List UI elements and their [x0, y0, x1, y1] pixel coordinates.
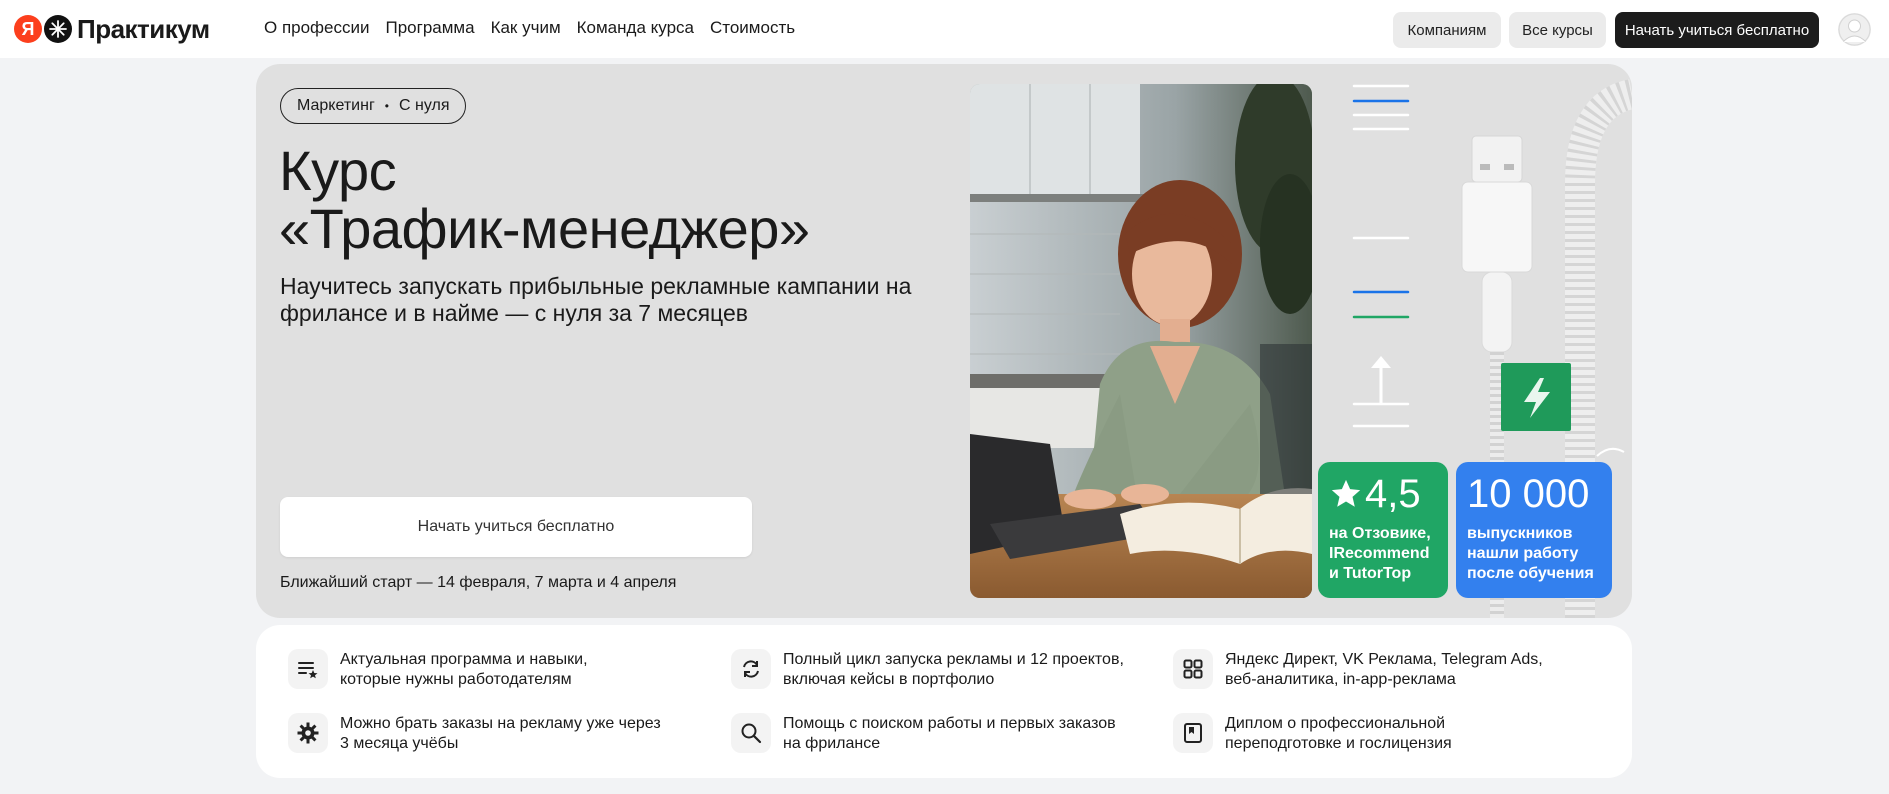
features-section: Актуальная программа и навыки, которые н… — [256, 625, 1632, 778]
nav-price[interactable]: Стоимость — [710, 18, 795, 38]
rating-value: 4,5 — [1365, 472, 1421, 516]
nav-program[interactable]: Программа — [386, 18, 475, 38]
nav-course-team[interactable]: Команда курса — [577, 18, 694, 38]
top-header: Я Практикум О профессии Программа Как уч… — [0, 0, 1889, 58]
tag-separator: • — [384, 99, 389, 113]
feature-item: Помощь с поиском работы и первых заказов… — [731, 713, 1143, 754]
course-title: Курс «Трафик-менеджер» — [279, 142, 810, 258]
feature-item: Полный цикл запуска рекламы и 12 проекто… — [731, 649, 1143, 690]
graduates-card: 10 000 выпускников нашли работу после об… — [1456, 462, 1612, 598]
course-tag: Маркетинг • С нуля — [280, 88, 467, 124]
feature-text-line: Полный цикл запуска рекламы и 12 проекто… — [783, 651, 1124, 668]
logo-text: Практикум — [77, 13, 210, 44]
graduates-caption-line2: нашли работу — [1467, 545, 1579, 562]
feature-text-line: на фрилансе — [783, 735, 881, 752]
course-title-line1: Курс — [279, 139, 397, 202]
gear-icon — [288, 713, 328, 753]
diploma-icon — [1173, 713, 1213, 753]
feature-item: Яндекс Директ, VK Реклама, Telegram Ads,… — [1173, 649, 1565, 690]
tag-area: Маркетинг — [297, 97, 375, 114]
rating-caption: на Отзовике, IRecommend и TutorTop — [1329, 524, 1431, 584]
refresh-icon — [731, 649, 771, 689]
feature-text: Яндекс Директ, VK Реклама, Telegram Ads,… — [1225, 650, 1565, 690]
graduates-caption-line3: после обучения — [1467, 565, 1594, 582]
course-title-line2: «Трафик-менеджер» — [279, 197, 810, 260]
feature-text: Полный цикл запуска рекламы и 12 проекто… — [783, 650, 1143, 690]
feature-text: Помощь с поиском работы и первых заказов… — [783, 714, 1143, 754]
rating-value-row: 4,5 — [1329, 470, 1421, 518]
star-icon — [1331, 479, 1361, 507]
feature-text-line: Помощь с поиском работы и первых заказов — [783, 715, 1116, 732]
graduates-value: 10 000 — [1467, 472, 1590, 516]
main-nav: О профессии Программа Как учим Команда к… — [264, 18, 795, 38]
start-free-header-button[interactable]: Начать учиться бесплатно — [1615, 12, 1819, 48]
feature-text-line: Можно брать заказы на рекламу уже через — [340, 715, 661, 732]
hero-section: Маркетинг • С нуля Курс «Трафик-менеджер… — [256, 64, 1632, 618]
snowflake-logo-icon — [44, 15, 72, 43]
start-free-button[interactable]: Начать учиться бесплатно — [280, 497, 752, 557]
feature-text-line: веб-аналитика, in-app-реклама — [1225, 671, 1456, 688]
feature-item: Диплом о профессиональной переподготовке… — [1173, 713, 1565, 754]
list-star-icon — [288, 649, 328, 689]
praktikum-logo[interactable]: Я Практикум — [14, 14, 210, 44]
user-avatar-icon[interactable] — [1838, 13, 1871, 46]
graduates-caption-line1: выпускников — [1467, 525, 1573, 542]
next-start-dates: Ближайший старт — 14 февраля, 7 марта и … — [280, 574, 677, 591]
feature-text-line: 3 месяца учёбы — [340, 735, 459, 752]
companies-button[interactable]: Компаниям — [1393, 12, 1501, 48]
graduates-caption: выпускников нашли работу после обучения — [1467, 524, 1594, 584]
tag-level: С нуля — [399, 97, 450, 114]
course-subtitle: Научитесь запускать прибыльные рекламные… — [280, 273, 912, 326]
feature-text: Диплом о профессиональной переподготовке… — [1225, 714, 1565, 754]
feature-item: Можно брать заказы на рекламу уже через … — [288, 713, 680, 754]
feature-text: Можно брать заказы на рекламу уже через … — [340, 714, 680, 754]
all-courses-button[interactable]: Все курсы — [1509, 12, 1606, 48]
nav-about-profession[interactable]: О профессии — [264, 18, 370, 38]
yandex-logo-icon: Я — [14, 15, 42, 43]
student-photo — [970, 84, 1312, 598]
feature-text-line: Диплом о профессиональной — [1225, 715, 1446, 732]
feature-text-line: которые нужны работодателям — [340, 671, 572, 688]
grid-icon — [1173, 649, 1213, 689]
rating-caption-line1: на Отзовике, — [1329, 525, 1431, 542]
feature-text-line: Актуальная программа и навыки, — [340, 651, 588, 668]
rating-caption-line2: IRecommend — [1329, 545, 1430, 562]
nav-how-we-teach[interactable]: Как учим — [491, 18, 561, 38]
feature-text: Актуальная программа и навыки, которые н… — [340, 650, 680, 690]
search-icon — [731, 713, 771, 753]
feature-text-line: включая кейсы в портфолио — [783, 671, 995, 688]
rating-caption-line3: и TutorTop — [1329, 565, 1412, 582]
feature-item: Актуальная программа и навыки, которые н… — [288, 649, 680, 690]
rating-card: 4,5 на Отзовике, IRecommend и TutorTop — [1318, 462, 1448, 598]
feature-text-line: Яндекс Директ, VK Реклама, Telegram Ads, — [1225, 651, 1543, 668]
feature-text-line: переподготовке и гослицензия — [1225, 735, 1452, 752]
